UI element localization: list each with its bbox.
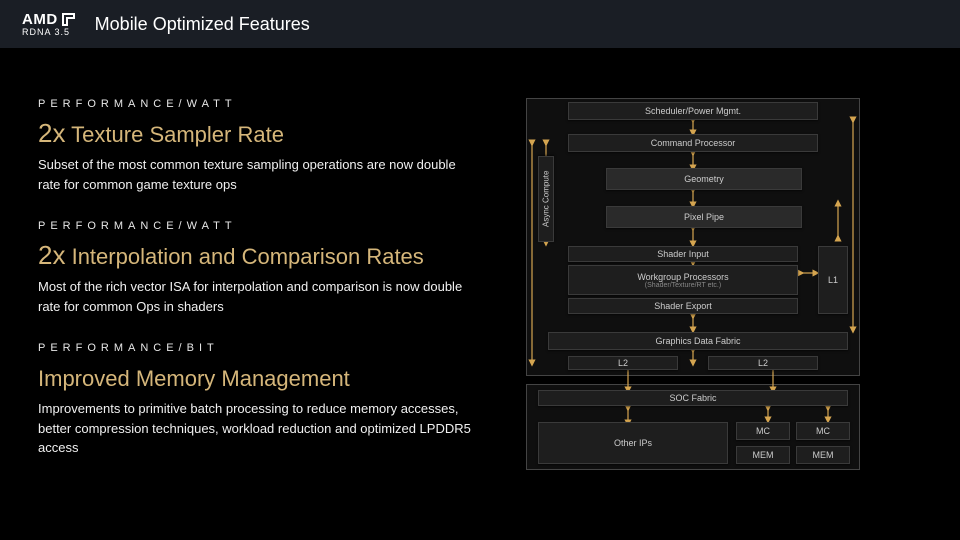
features-column: PERFORMANCE/WATT 2x Texture Sampler Rate… bbox=[38, 98, 478, 484]
block-workgroup: Workgroup Processors (Shader/Texture/RT … bbox=[568, 265, 798, 295]
header-bar: AMD RDNA 3.5 Mobile Optimized Features bbox=[0, 0, 960, 48]
eyebrow: PERFORMANCE/BIT bbox=[38, 342, 478, 354]
block-scheduler: Scheduler/Power Mgmt. bbox=[568, 102, 818, 120]
block-shader-input: Shader Input bbox=[568, 246, 798, 262]
block-gfx-fabric: Graphics Data Fabric bbox=[548, 332, 848, 350]
feature-interpolation: PERFORMANCE/WATT 2x Interpolation and Co… bbox=[38, 220, 478, 316]
block-l1: L1 bbox=[818, 246, 848, 314]
title-rest: Interpolation and Comparison Rates bbox=[65, 244, 423, 269]
block-l2-b: L2 bbox=[708, 356, 818, 370]
eyebrow: PERFORMANCE/WATT bbox=[38, 220, 478, 232]
title-prefix: 2x bbox=[38, 118, 65, 148]
block-pixel-pipe: Pixel Pipe bbox=[606, 206, 802, 228]
page-title: Mobile Optimized Features bbox=[95, 14, 310, 35]
feature-title: 2x Texture Sampler Rate bbox=[38, 118, 478, 149]
title-prefix: 2x bbox=[38, 240, 65, 270]
block-workgroup-title: Workgroup Processors bbox=[637, 272, 728, 282]
eyebrow: PERFORMANCE/WATT bbox=[38, 98, 478, 110]
block-mc-2: MC bbox=[796, 422, 850, 440]
block-async-compute: Async Compute bbox=[538, 156, 554, 242]
feature-title: Improved Memory Management bbox=[38, 362, 478, 393]
feature-memory: PERFORMANCE/BIT Improved Memory Manageme… bbox=[38, 342, 478, 458]
architecture-diagram: Scheduler/Power Mgmt. Command Processor … bbox=[508, 98, 878, 478]
logo-bottom: RDNA 3.5 bbox=[22, 28, 75, 37]
amd-arrow-icon bbox=[62, 13, 75, 26]
block-other-ips: Other IPs bbox=[538, 422, 728, 464]
block-soc-fabric: SOC Fabric bbox=[538, 390, 848, 406]
logo-amd-text: AMD bbox=[22, 12, 58, 27]
block-workgroup-sub: (Shader/Texture/RT etc.) bbox=[645, 282, 721, 289]
title-rest: Improved Memory Management bbox=[38, 366, 350, 391]
title-rest: Texture Sampler Rate bbox=[65, 122, 283, 147]
feature-body: Improvements to primitive batch processi… bbox=[38, 399, 478, 458]
amd-logo: AMD RDNA 3.5 bbox=[22, 12, 75, 37]
logo-top: AMD bbox=[22, 12, 75, 27]
block-shader-export: Shader Export bbox=[568, 298, 798, 314]
block-geometry: Geometry bbox=[606, 168, 802, 190]
content: PERFORMANCE/WATT 2x Texture Sampler Rate… bbox=[0, 48, 960, 484]
block-command-processor: Command Processor bbox=[568, 134, 818, 152]
feature-body: Subset of the most common texture sampli… bbox=[38, 155, 478, 194]
feature-title: 2x Interpolation and Comparison Rates bbox=[38, 240, 478, 271]
block-mem-2: MEM bbox=[796, 446, 850, 464]
feature-texture-sampler: PERFORMANCE/WATT 2x Texture Sampler Rate… bbox=[38, 98, 478, 194]
block-mc-1: MC bbox=[736, 422, 790, 440]
feature-body: Most of the rich vector ISA for interpol… bbox=[38, 277, 478, 316]
block-l2-a: L2 bbox=[568, 356, 678, 370]
block-mem-1: MEM bbox=[736, 446, 790, 464]
